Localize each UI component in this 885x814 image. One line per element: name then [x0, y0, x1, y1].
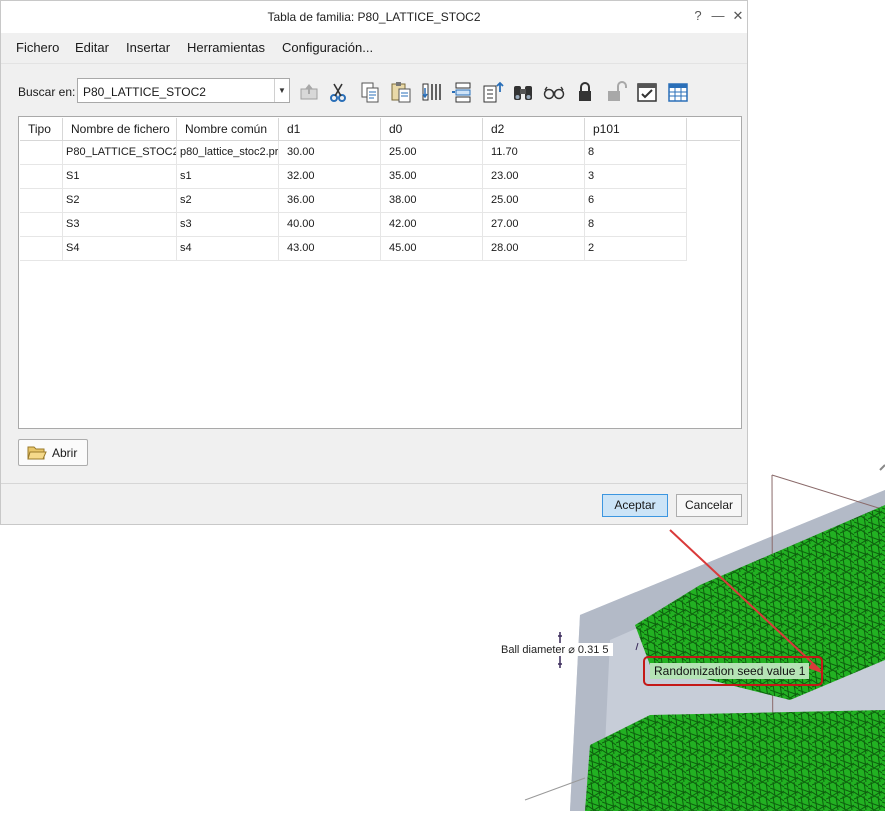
window-title: Tabla de familia: P80_LATTICE_STOC2 — [267, 10, 481, 24]
table-cell[interactable]: 6 — [585, 189, 687, 212]
table-row[interactable]: S3 s3 40.00 42.00 27.00 8 — [20, 213, 687, 237]
table-cell[interactable]: 11.70 — [483, 141, 585, 164]
table-cell[interactable] — [20, 213, 63, 236]
unlock-icon[interactable] — [604, 80, 628, 104]
column-header-d2[interactable]: d2 — [483, 118, 585, 140]
table-cell[interactable]: 35.00 — [381, 165, 483, 188]
verify-icon[interactable] — [635, 80, 659, 104]
table-cell[interactable]: 30.00 — [279, 141, 381, 164]
table-row[interactable]: P80_LATTICE_STOC2 p80_lattice_stoc2.prt 30… — [20, 141, 687, 165]
cad-viewport[interactable] — [490, 460, 885, 812]
help-icon[interactable]: ? — [690, 7, 706, 25]
family-table-dialog: Tabla de familia: P80_LATTICE_STOC2 ? — … — [0, 0, 748, 525]
table-cell[interactable] — [20, 189, 63, 212]
open-button-label: Abrir — [52, 446, 78, 460]
search-in-value: P80_LATTICE_STOC2 — [83, 85, 206, 99]
column-header-nombre-fichero[interactable]: Nombre de fichero — [63, 118, 177, 140]
close-icon[interactable]: ✕ — [730, 7, 746, 25]
title-bar: Tabla de familia: P80_LATTICE_STOC2 ? — … — [1, 1, 747, 33]
preview-icon[interactable] — [542, 80, 566, 104]
table-cell[interactable]: S2 — [63, 189, 177, 212]
column-header-d0[interactable]: d0 — [381, 118, 483, 140]
table-row[interactable]: S2 s2 36.00 38.00 25.00 6 — [20, 189, 687, 213]
table-cell[interactable]: 25.00 — [483, 189, 585, 212]
table-cell[interactable]: s1 — [177, 165, 279, 188]
table-cell[interactable] — [20, 237, 63, 260]
table-icon[interactable] — [666, 80, 690, 104]
menu-herramientas[interactable]: Herramientas — [187, 40, 265, 55]
table-cell[interactable]: 36.00 — [279, 189, 381, 212]
table-cell[interactable]: 27.00 — [483, 213, 585, 236]
minimize-icon[interactable]: — — [710, 7, 726, 25]
cut-icon[interactable] — [326, 80, 350, 104]
table-cell[interactable]: 23.00 — [483, 165, 585, 188]
menu-bar: Fichero Editar Insertar Herramientas Con… — [1, 35, 747, 59]
table-cell[interactable]: 2 — [585, 237, 687, 260]
column-header-tipo[interactable]: Tipo — [20, 118, 63, 140]
search-label: Buscar en: — [18, 85, 76, 99]
table-row[interactable]: S4 s4 43.00 45.00 28.00 2 — [20, 237, 687, 261]
chevron-down-icon[interactable]: ▼ — [274, 79, 289, 102]
randomization-seed-label[interactable]: Randomization seed value 1 — [650, 663, 810, 679]
table-cell[interactable]: s2 — [177, 189, 279, 212]
table-header: Tipo Nombre de fichero Nombre común d1 d… — [20, 118, 740, 141]
menu-configuracion[interactable]: Configuración... — [282, 40, 373, 55]
column-header-nombre-comun[interactable]: Nombre común — [177, 118, 279, 140]
column-header-p101[interactable]: p101 — [585, 118, 687, 140]
ball-diameter-label[interactable]: Ball diameter ⌀ 0.31 5 — [497, 643, 613, 656]
copy-icon[interactable] — [358, 80, 382, 104]
table-cell[interactable]: 28.00 — [483, 237, 585, 260]
insert-row-icon[interactable] — [450, 80, 474, 104]
table-cell[interactable]: P80_LATTICE_STOC2 — [63, 141, 177, 164]
table-cell[interactable]: s4 — [177, 237, 279, 260]
menu-insertar[interactable]: Insertar — [126, 40, 170, 55]
lattice-block-lower — [585, 710, 885, 811]
open-button[interactable]: Abrir — [18, 439, 88, 466]
search-in-dropdown[interactable]: P80_LATTICE_STOC2 ▼ — [77, 78, 290, 103]
table-cell[interactable] — [20, 141, 63, 164]
table-cell[interactable]: s3 — [177, 213, 279, 236]
folder-open-icon — [27, 444, 47, 465]
find-icon[interactable] — [511, 80, 535, 104]
table-cell[interactable]: p80_lattice_stoc2.prt — [177, 141, 279, 164]
column-header-d1[interactable]: d1 — [279, 118, 381, 140]
menu-fichero[interactable]: Fichero — [16, 40, 59, 55]
table-cell[interactable]: 43.00 — [279, 237, 381, 260]
add-instance-icon[interactable] — [481, 80, 505, 104]
lock-icon[interactable] — [573, 80, 597, 104]
family-table[interactable]: Tipo Nombre de fichero Nombre común d1 d… — [18, 116, 742, 429]
menu-separator — [1, 63, 747, 64]
table-cell[interactable]: 32.00 — [279, 165, 381, 188]
insert-column-icon[interactable] — [420, 80, 444, 104]
table-row[interactable]: S1 s1 32.00 35.00 23.00 3 — [20, 165, 687, 189]
table-cell[interactable]: S1 — [63, 165, 177, 188]
up-level-icon[interactable] — [297, 80, 321, 104]
table-cell[interactable]: 42.00 — [381, 213, 483, 236]
table-cell[interactable]: 8 — [585, 141, 687, 164]
table-cell[interactable] — [20, 165, 63, 188]
table-cell[interactable]: 38.00 — [381, 189, 483, 212]
table-cell[interactable]: S4 — [63, 237, 177, 260]
table-cell[interactable]: 40.00 — [279, 213, 381, 236]
paste-icon[interactable] — [389, 80, 413, 104]
table-cell[interactable]: 3 — [585, 165, 687, 188]
table-cell[interactable]: 45.00 — [381, 237, 483, 260]
table-cell[interactable]: 25.00 — [381, 141, 483, 164]
table-cell[interactable]: 8 — [585, 213, 687, 236]
menu-editar[interactable]: Editar — [75, 40, 109, 55]
table-cell[interactable]: S3 — [63, 213, 177, 236]
